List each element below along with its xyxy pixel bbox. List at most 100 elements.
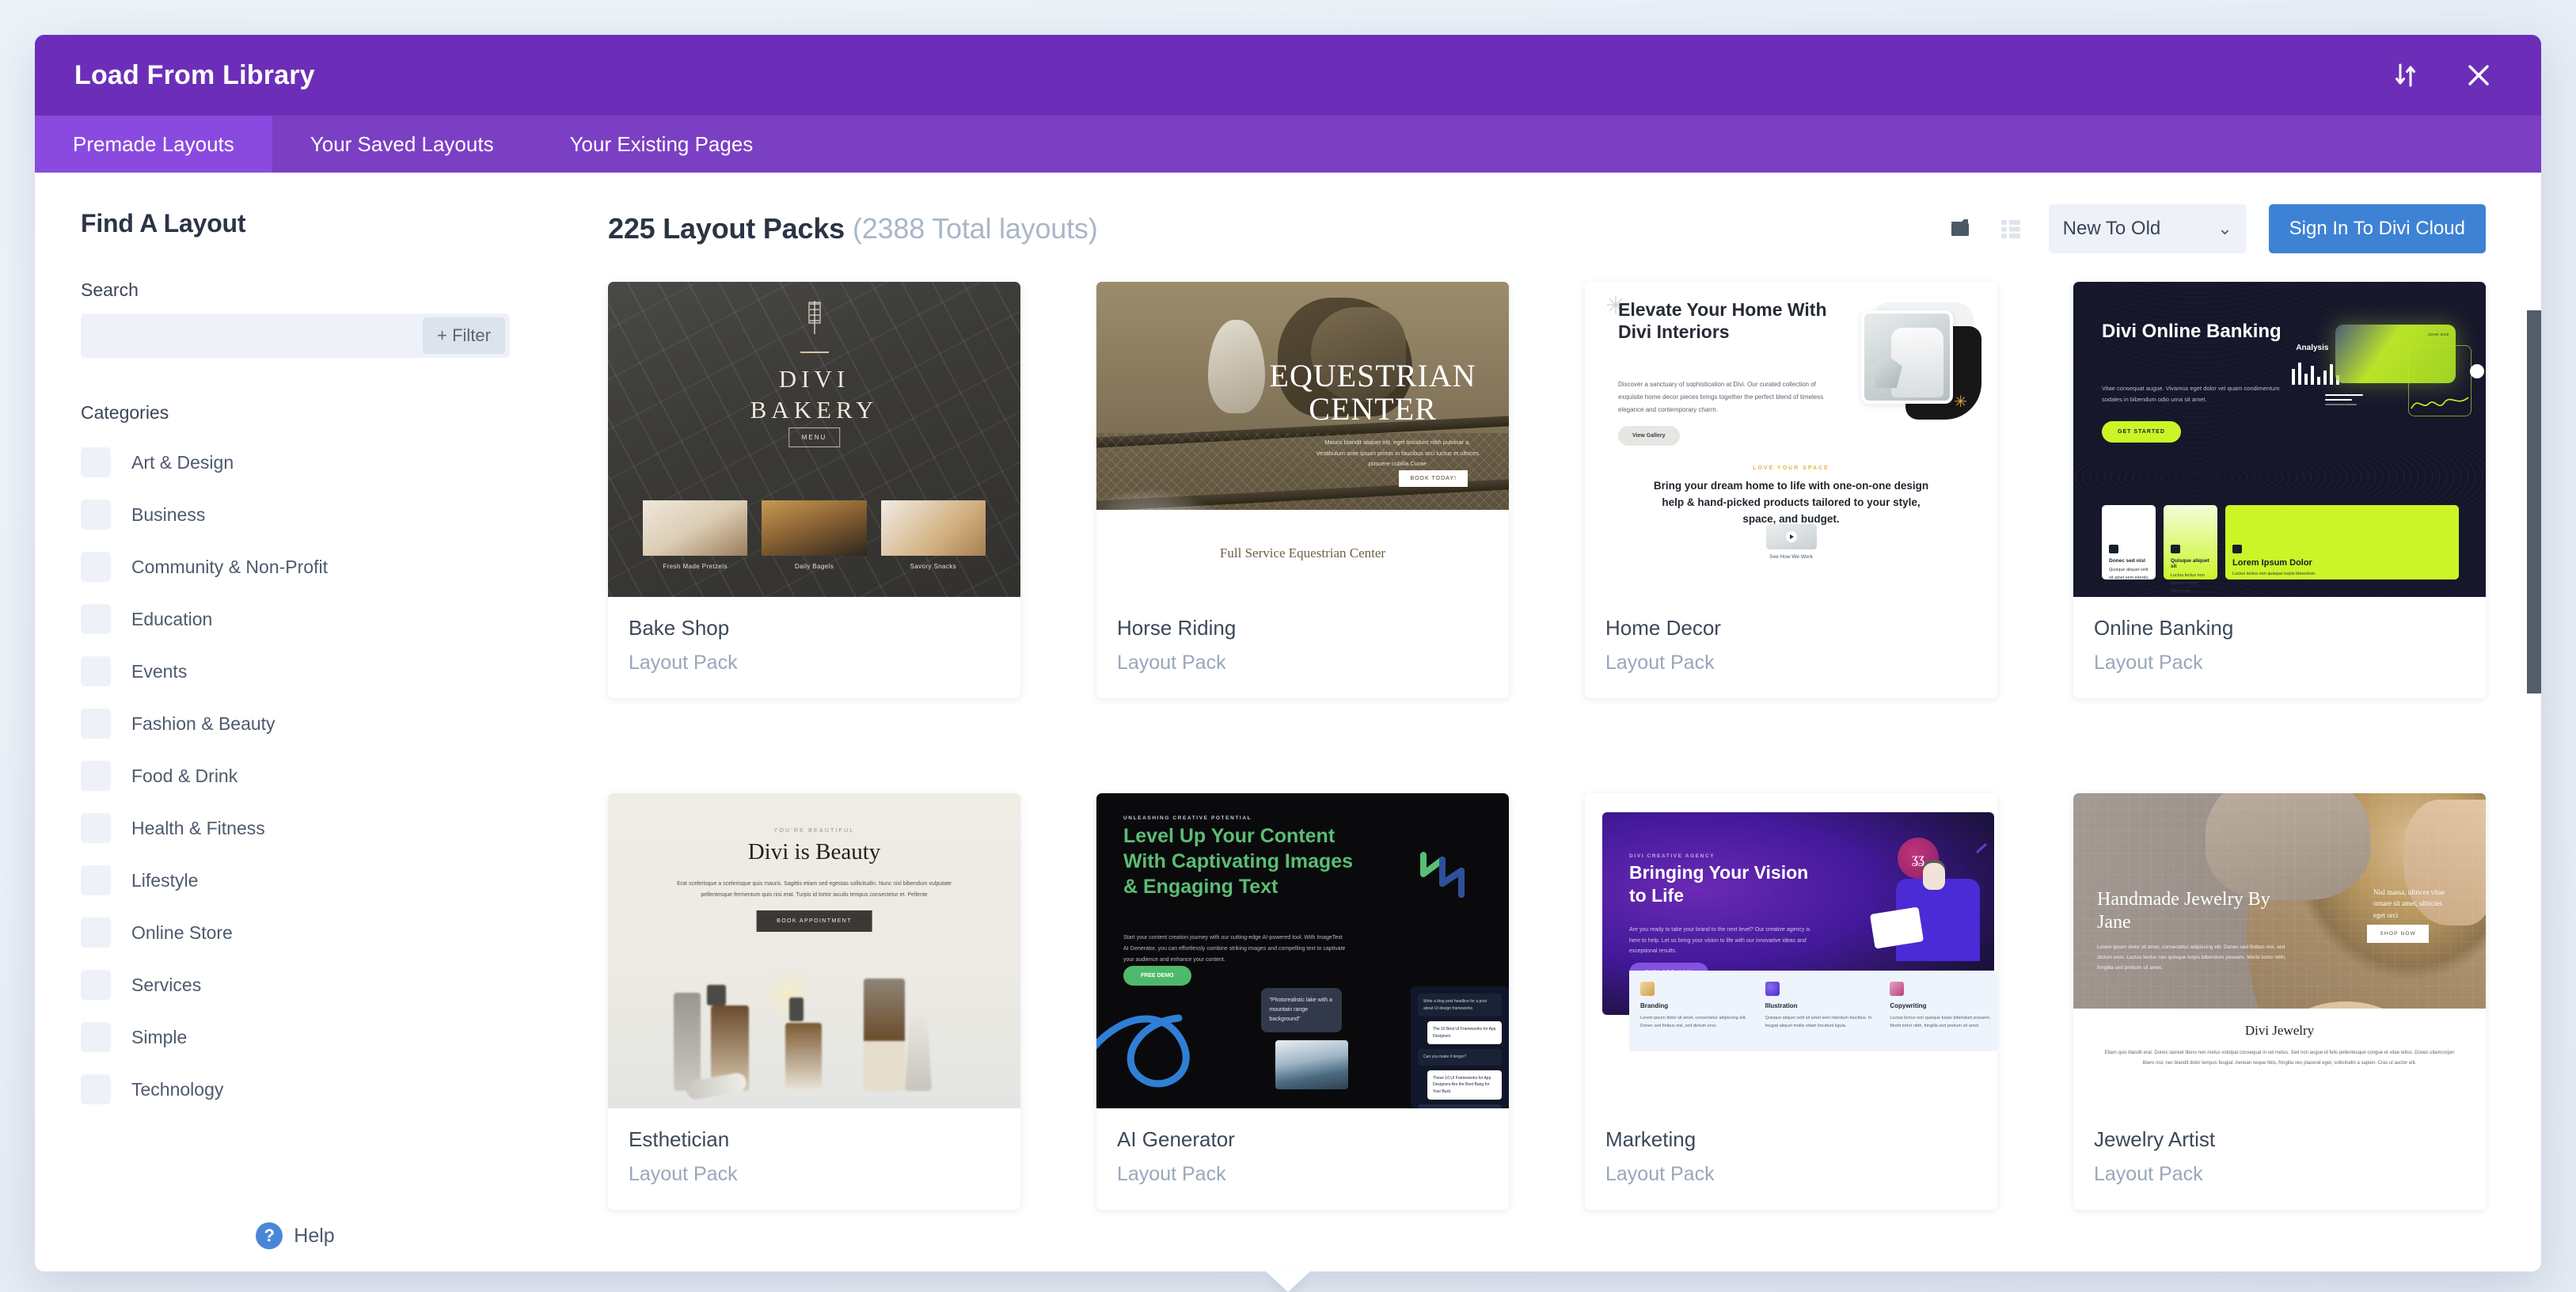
thumb-col-title: Copywriting bbox=[1890, 1002, 1927, 1009]
layout-pack-card[interactable]: EQUESTRIAN CENTER Mauris blandit aliquet… bbox=[1096, 282, 1509, 712]
checkbox[interactable] bbox=[81, 500, 111, 530]
play-icon bbox=[1785, 531, 1797, 542]
checkbox[interactable] bbox=[81, 709, 111, 739]
thumb-eyebrow: YOU'RE BEAUTIFUL bbox=[773, 828, 855, 834]
thumb-heading: Divi is Beauty bbox=[747, 839, 881, 864]
thumb-menu-button: MENU bbox=[788, 428, 841, 447]
layout-pack-card[interactable]: Handmade Jewelry By Jane Lorem ipsum dol… bbox=[2073, 793, 2486, 1223]
checkbox[interactable] bbox=[81, 1022, 111, 1052]
card-thumbnail: DIVI CREATIVE AGENCY Bringing Your Visio… bbox=[1585, 793, 1997, 1108]
category-online-store[interactable]: Online Store bbox=[81, 906, 510, 959]
checkbox[interactable] bbox=[81, 813, 111, 843]
sidebar: Find A Layout Search + Filter Categories… bbox=[35, 173, 556, 1271]
tab-premade-layouts[interactable]: Premade Layouts bbox=[35, 116, 272, 173]
checkbox[interactable] bbox=[81, 970, 111, 1000]
checkbox[interactable] bbox=[81, 865, 111, 895]
layout-pack-card[interactable]: UNLEASHING CREATIVE POTENTIAL Level Up Y… bbox=[1096, 793, 1509, 1223]
modal-titlebar: Load From Library bbox=[35, 35, 2541, 116]
vertical-scrollbar-thumb[interactable] bbox=[2527, 310, 2541, 694]
thumb-tile-title: Lorem Ipsum Dolor bbox=[2232, 558, 2312, 568]
thumb-col-body: Lorem ipsum dolor sit amet, consectetur … bbox=[1640, 1016, 1746, 1029]
category-community-non-profit[interactable]: Community & Non-Profit bbox=[81, 541, 510, 593]
thumb-caption: Daily Bagels bbox=[794, 563, 834, 570]
category-business[interactable]: Business bbox=[81, 488, 510, 541]
checkbox[interactable] bbox=[81, 447, 111, 477]
layout-pack-card[interactable]: DIVI BAKERY MENU Fresh Made Pretzels Dai… bbox=[608, 282, 1020, 712]
search-label: Search bbox=[81, 279, 139, 300]
close-icon[interactable] bbox=[2460, 57, 2497, 93]
search-field-wrapper: + Filter bbox=[81, 314, 510, 358]
category-education[interactable]: Education bbox=[81, 593, 510, 645]
thumb-chat-message: The 10 Best UI Frameworks for App Design… bbox=[1427, 1021, 1502, 1044]
category-technology[interactable]: Technology bbox=[81, 1063, 510, 1115]
filter-button[interactable]: + Filter bbox=[423, 317, 505, 354]
thumb-body: Mauris blandit aliquet elit, eget tincid… bbox=[1316, 439, 1480, 467]
category-simple[interactable]: Simple bbox=[81, 1011, 510, 1063]
card-subtitle: Layout Pack bbox=[1117, 1163, 1226, 1185]
grid-folder-icon[interactable] bbox=[1951, 217, 1978, 241]
layout-pack-card[interactable]: DIVI CREATIVE AGENCY Bringing Your Visio… bbox=[1585, 793, 1997, 1223]
help-button[interactable]: ? Help bbox=[81, 1222, 510, 1271]
thumb-body: Discover a sanctuary of sophistication a… bbox=[1618, 381, 1824, 413]
thumb-col-title: Illustration bbox=[1765, 1002, 1798, 1009]
category-health-fitness[interactable]: Health & Fitness bbox=[81, 802, 510, 854]
checkbox[interactable] bbox=[81, 604, 111, 634]
category-label: Community & Non-Profit bbox=[131, 556, 328, 577]
category-label: Business bbox=[131, 504, 206, 525]
asterisk-icon: ✳ bbox=[1954, 393, 1967, 411]
category-label: Education bbox=[131, 608, 213, 629]
sign-in-to-divi-cloud-button[interactable]: Sign In To Divi Cloud bbox=[2268, 204, 2486, 253]
thumb-body: Vitae consequat augue. Vivamus eget dolo… bbox=[2102, 385, 2280, 404]
card-thumbnail: Divi Online Banking Vitae consequat augu… bbox=[2073, 282, 2486, 597]
category-fashion-beauty[interactable]: Fashion & Beauty bbox=[81, 697, 510, 750]
layout-pack-card[interactable]: YOU'RE BEAUTIFUL Divi is Beauty Erat sce… bbox=[608, 793, 1020, 1223]
page-title: Load From Library bbox=[74, 59, 315, 90]
tab-your-saved-layouts[interactable]: Your Saved Layouts bbox=[272, 116, 532, 173]
search-input[interactable] bbox=[93, 325, 424, 346]
thumb-eyebrow: DIVI CREATIVE AGENCY bbox=[1629, 853, 1715, 859]
category-food-drink[interactable]: Food & Drink bbox=[81, 750, 510, 802]
checkbox[interactable] bbox=[81, 1074, 111, 1104]
card-subtitle: Layout Pack bbox=[1605, 652, 1715, 674]
layout-pack-card[interactable]: ✳ Elevate Your Home With Divi Interiors … bbox=[1585, 282, 1997, 712]
category-services[interactable]: Services bbox=[81, 959, 510, 1011]
sort-arrows-icon[interactable] bbox=[2388, 57, 2424, 93]
layout-pack-card[interactable]: Divi Online Banking Vitae consequat augu… bbox=[2073, 282, 2486, 712]
pencil-icon bbox=[1890, 982, 1905, 996]
thumb-heading: Level Up Your Content With Captivating I… bbox=[1123, 825, 1354, 898]
thumb-button: View Gallery bbox=[1618, 426, 1680, 446]
card-subtitle: Layout Pack bbox=[629, 1163, 738, 1185]
checkbox[interactable] bbox=[81, 552, 111, 582]
thumb-button: BOOK TODAY! bbox=[1399, 470, 1468, 487]
vertical-scrollbar-track[interactable] bbox=[2527, 310, 2541, 1271]
category-art-design[interactable]: Art & Design bbox=[81, 436, 510, 488]
main-toolbar: 225 Layout Packs (2388 Total layouts) Ne… bbox=[608, 204, 2497, 253]
thumb-chat-message: These 10 UI Frameworks for App Designers… bbox=[1427, 1070, 1502, 1100]
card-title: Online Banking bbox=[2094, 616, 2234, 640]
tab-your-existing-pages[interactable]: Your Existing Pages bbox=[532, 116, 792, 173]
main-content: 225 Layout Packs (2388 Total layouts) Ne… bbox=[556, 173, 2541, 1271]
thumb-tile-title: Donec sed nisl bbox=[2109, 558, 2145, 564]
thumb-logo-line2: BAKERY bbox=[750, 395, 879, 424]
checkbox[interactable] bbox=[81, 761, 111, 791]
sort-order-select[interactable]: New To Old ⌄ bbox=[2048, 204, 2247, 253]
category-events[interactable]: Events bbox=[81, 645, 510, 697]
sidebar-heading: Find A Layout bbox=[81, 209, 246, 238]
wheat-icon bbox=[807, 301, 821, 334]
checkbox[interactable] bbox=[81, 918, 111, 948]
pack-count: 225 Layout Packs bbox=[608, 212, 845, 245]
thumb-logo-line1: DIVI bbox=[778, 365, 850, 393]
checkbox[interactable] bbox=[81, 656, 111, 686]
chevron-down-icon: ⌄ bbox=[2217, 218, 2232, 238]
thumb-tile-body: Quisque aliquet velit sit amet sem inter… bbox=[2109, 568, 2149, 580]
thumb-caption: Savory Snacks bbox=[910, 563, 957, 570]
thumb-heading: EQUESTRIAN CENTER bbox=[1269, 358, 1476, 427]
list-view-icon[interactable] bbox=[2000, 217, 2027, 241]
modal-tabbar: Premade Layouts Your Saved Layouts Your … bbox=[35, 116, 2541, 173]
card-title: Jewelry Artist bbox=[2094, 1127, 2216, 1151]
category-label: Fashion & Beauty bbox=[131, 712, 275, 734]
thumb-heading: Elevate Your Home With Divi Interiors bbox=[1618, 299, 1827, 342]
thumb-col-title: Branding bbox=[1640, 1002, 1669, 1009]
category-lifestyle[interactable]: Lifestyle bbox=[81, 854, 510, 906]
total-layout-count: (2388 Total layouts) bbox=[852, 212, 1098, 245]
